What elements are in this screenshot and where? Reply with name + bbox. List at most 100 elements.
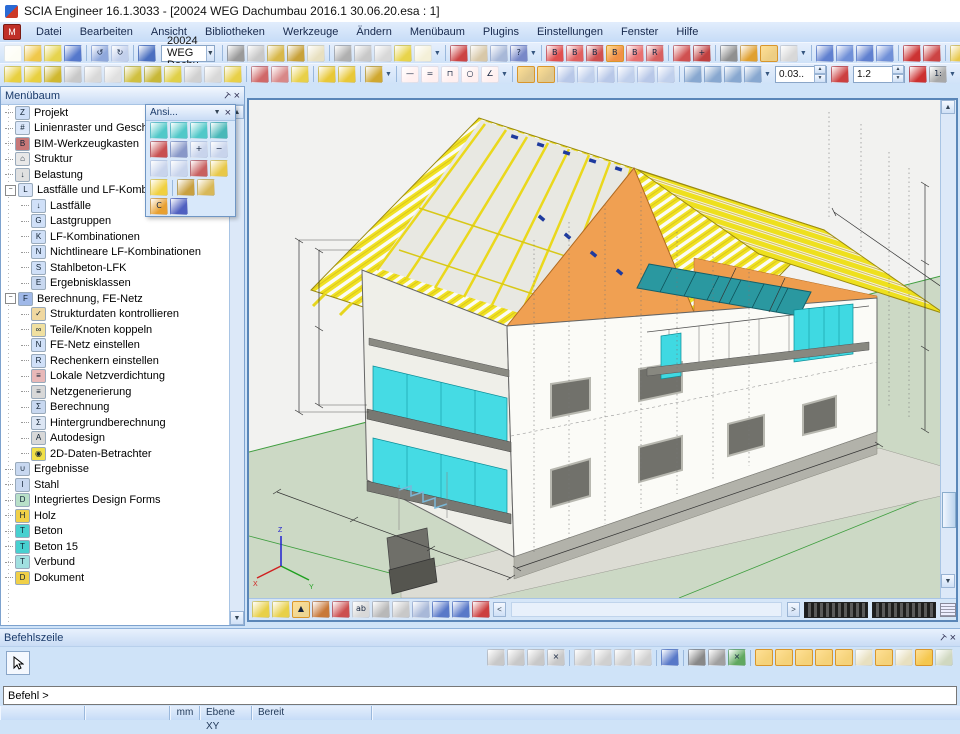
perspective-icon[interactable]	[170, 198, 188, 215]
viewport-vertical-scrollbar[interactable]: ▲ ▼	[940, 100, 956, 598]
toolbar-overflow-icon[interactable]: ▼	[763, 67, 772, 82]
tree-item[interactable]: DDokument	[1, 570, 230, 586]
zoom-out-icon[interactable]: −	[210, 141, 228, 158]
polyline-edit-icon[interactable]	[271, 66, 289, 83]
plate-icon[interactable]	[44, 66, 62, 83]
labels-icon[interactable]	[684, 66, 702, 83]
tree-item[interactable]: IStahl	[1, 477, 230, 493]
scale-display-icon[interactable]: 1:	[929, 66, 947, 83]
local-axes-icon[interactable]	[744, 66, 762, 83]
dimension-display-icon[interactable]	[312, 601, 330, 618]
scroll-right-icon[interactable]: >	[787, 602, 800, 617]
undo-icon[interactable]: ↺	[91, 45, 109, 62]
zoom-selection-icon[interactable]	[190, 160, 208, 177]
tree-item[interactable]: TVerbund	[1, 555, 230, 571]
view-z-icon[interactable]	[190, 122, 208, 139]
new-folder-icon[interactable]	[950, 45, 960, 62]
picture-gallery-icon[interactable]	[267, 45, 285, 62]
ucs-icon[interactable]	[708, 649, 726, 666]
snap-orthogonal-icon[interactable]	[815, 649, 833, 666]
tree-item[interactable]: ✓Strukturdaten kontrollieren	[1, 307, 230, 323]
rib-icon[interactable]	[124, 66, 142, 83]
polygon-select-icon[interactable]	[574, 649, 592, 666]
zoom-in-icon[interactable]: +	[190, 141, 208, 158]
member-display-6-icon[interactable]: R	[646, 45, 664, 62]
close-icon[interactable]: ×	[225, 108, 231, 118]
menu-bibliotheken[interactable]: Bibliotheken	[196, 26, 274, 38]
member-display-3-icon[interactable]: B	[586, 45, 604, 62]
zoom-all-icon[interactable]	[170, 160, 188, 177]
load-panel-icon[interactable]	[184, 66, 202, 83]
menu-ändern[interactable]: Ändern	[347, 26, 400, 38]
trace-select-icon[interactable]	[634, 649, 652, 666]
document-export-icon[interactable]	[394, 45, 412, 62]
activity-phase-2-icon[interactable]	[780, 45, 798, 62]
bim-toolbox-icon[interactable]	[450, 45, 468, 62]
tree-item[interactable]: ΣHintergrundberechnung	[1, 415, 230, 431]
line-grid-icon[interactable]: —	[401, 66, 419, 83]
scale-factor-spinner[interactable]: 1.2 ▲▼	[853, 66, 905, 83]
snap-delete-icon[interactable]: ×	[547, 649, 565, 666]
activity-bar-1[interactable]	[804, 602, 868, 618]
tree-item[interactable]: KLF-Kombinationen	[1, 229, 230, 245]
hatch-display-icon[interactable]	[392, 601, 410, 618]
tree-item[interactable]: AAutodesign	[1, 431, 230, 447]
layer-manager-icon[interactable]	[432, 601, 450, 618]
spin-down-icon[interactable]: ▼	[892, 74, 904, 83]
menu-einstellungen[interactable]: Einstellungen	[528, 26, 612, 38]
select-by-property-icon[interactable]	[673, 45, 691, 62]
connect-members-icon[interactable]	[224, 66, 242, 83]
snap-node-icon[interactable]	[775, 649, 793, 666]
tree-item[interactable]: TBeton 15	[1, 539, 230, 555]
save-icon[interactable]	[64, 45, 82, 62]
render-settings-icon[interactable]	[372, 601, 390, 618]
delete-x-icon[interactable]: ×	[728, 649, 746, 666]
menu-werkzeuge[interactable]: Werkzeuge	[274, 26, 347, 38]
close-icon[interactable]: ×	[950, 633, 956, 643]
print-icon[interactable]	[334, 45, 352, 62]
bim-exchange-icon[interactable]	[227, 45, 245, 62]
results-table-icon[interactable]	[490, 45, 508, 62]
tree-item[interactable]: ΣBerechnung	[1, 400, 230, 416]
link-members-icon[interactable]	[318, 66, 336, 83]
light-icon[interactable]	[150, 179, 168, 196]
haunch-icon[interactable]	[144, 66, 162, 83]
snap-midpoint-icon[interactable]	[835, 649, 853, 666]
measure-icon[interactable]	[915, 649, 933, 666]
view-y-icon[interactable]	[170, 122, 188, 139]
cut-member-icon[interactable]	[204, 66, 222, 83]
render-wireframe-icon[interactable]	[517, 66, 535, 83]
open-project-icon[interactable]	[24, 45, 42, 62]
tree-expander-icon[interactable]: −	[5, 185, 16, 196]
window-4-icon[interactable]	[876, 45, 894, 62]
column-icon[interactable]	[4, 66, 22, 83]
menu-plugins[interactable]: Plugins	[474, 26, 528, 38]
weld-nodes-icon[interactable]	[365, 66, 383, 83]
toolbar-overflow-icon[interactable]: ▼	[948, 67, 957, 82]
view-parameters-icon[interactable]: C	[150, 198, 168, 215]
paper-composer-icon[interactable]	[307, 45, 325, 62]
fly-mode-icon[interactable]	[923, 45, 941, 62]
pin-icon[interactable]: T	[221, 90, 232, 101]
menu-datei[interactable]: Datei	[27, 26, 71, 38]
window-3-icon[interactable]	[856, 45, 874, 62]
render-hidden-lines-icon[interactable]	[617, 66, 635, 83]
palette-dropdown-icon[interactable]: ▼	[214, 109, 221, 116]
tree-expander-icon[interactable]: −	[5, 293, 16, 304]
storey-level-icon[interactable]: =	[421, 66, 439, 83]
layer-copy-icon[interactable]	[452, 601, 470, 618]
member-display-2-icon[interactable]: B	[566, 45, 584, 62]
table-composer-icon[interactable]	[287, 45, 305, 62]
member-display-4-icon[interactable]: B	[606, 45, 624, 62]
status-plane[interactable]: Ebene XY	[200, 706, 252, 720]
window-1-icon[interactable]	[816, 45, 834, 62]
tree-item[interactable]: ∞Teile/Knoten koppeln	[1, 322, 230, 338]
document-search-icon[interactable]	[470, 45, 488, 62]
spline-select-icon[interactable]	[594, 649, 612, 666]
cursor-select-icon[interactable]	[661, 649, 679, 666]
deselect-icon[interactable]	[614, 649, 632, 666]
render-outline-icon[interactable]	[637, 66, 655, 83]
snap-arc-center-icon[interactable]	[875, 649, 893, 666]
selection-cursor-button[interactable]	[6, 651, 30, 675]
panel-icon[interactable]	[104, 66, 122, 83]
